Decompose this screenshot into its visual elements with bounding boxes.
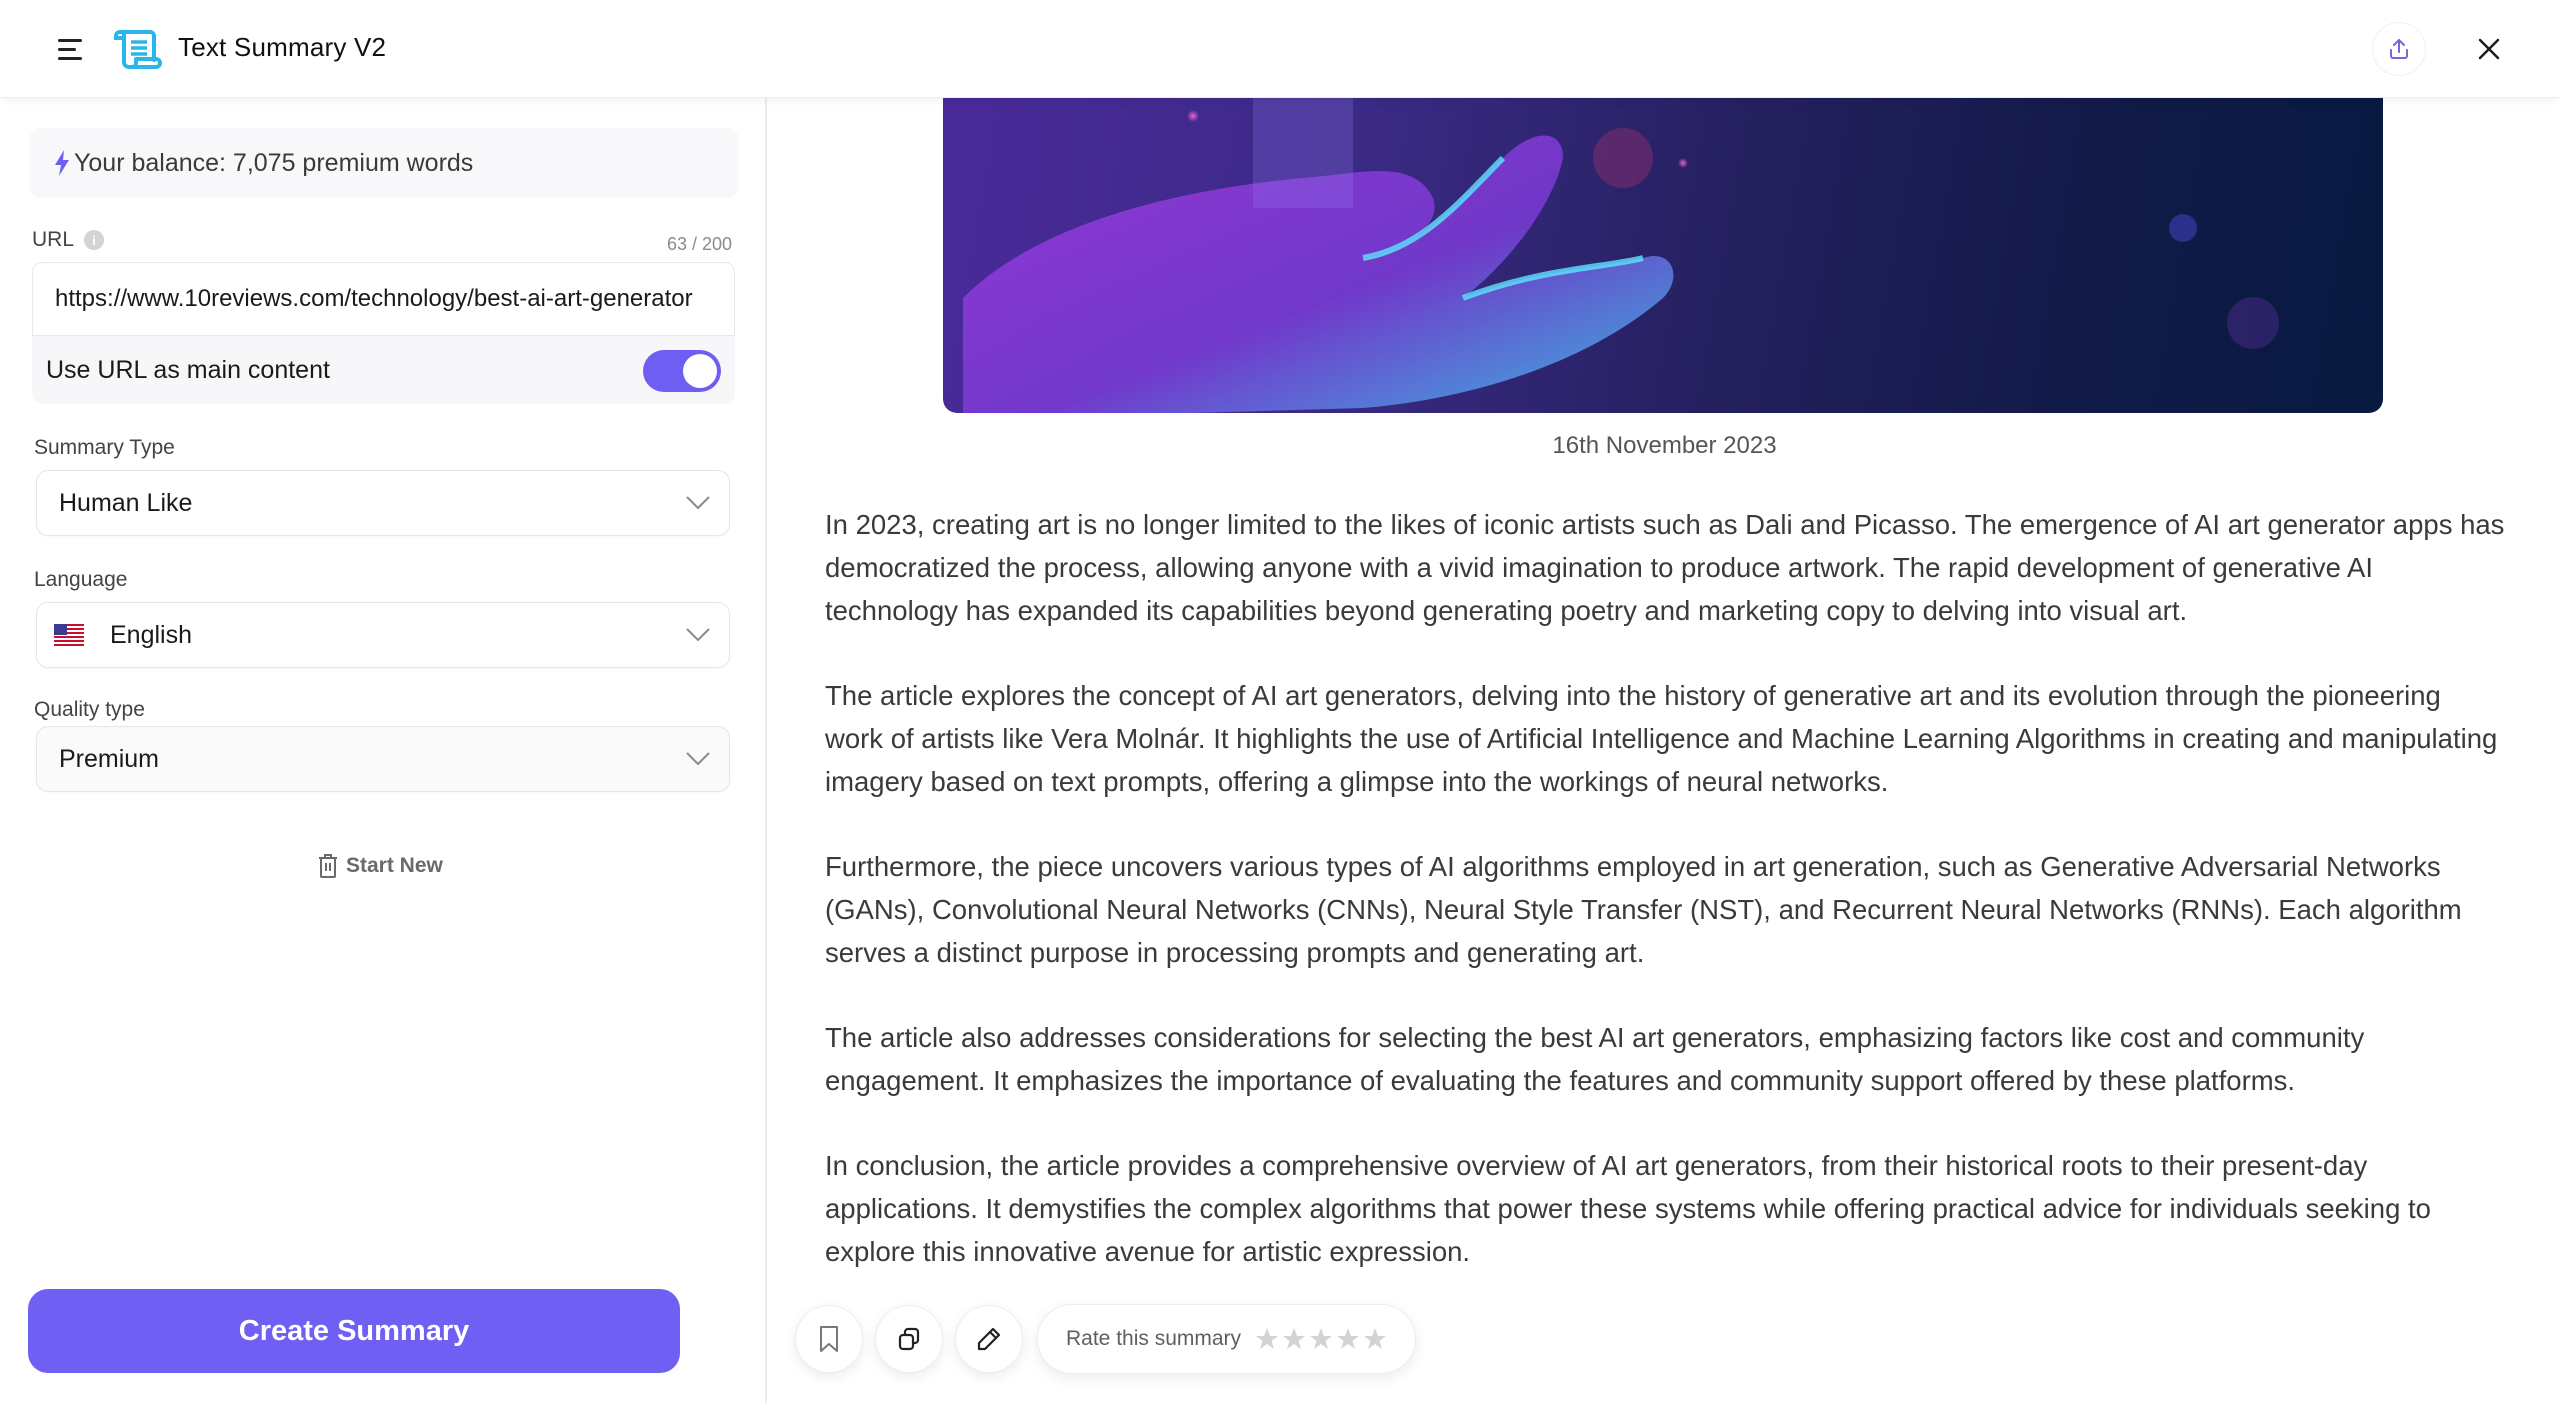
summary-paragraph: In conclusion, the article provides a co… [825, 1150, 2431, 1267]
toggle-knob [683, 354, 717, 388]
copy-button[interactable] [875, 1305, 943, 1373]
bookmark-button[interactable] [795, 1305, 863, 1373]
summary-type-value: Human Like [59, 488, 193, 517]
summary-actions: Rate this summary [795, 1304, 1417, 1374]
quality-type-select[interactable]: Premium [36, 726, 730, 792]
use-url-row: Use URL as main content [32, 336, 735, 404]
close-button[interactable] [2470, 30, 2508, 68]
article-date: 16th November 2023 [1552, 432, 1777, 459]
language-select[interactable]: English [36, 602, 730, 668]
hamburger-icon[interactable] [54, 34, 86, 64]
edit-button[interactable] [955, 1305, 1023, 1373]
info-icon[interactable]: i [84, 230, 105, 250]
chevron-down-icon [686, 628, 710, 642]
star-icon[interactable] [1255, 1327, 1279, 1351]
share-button[interactable] [2372, 22, 2426, 76]
language-label: Language [34, 568, 128, 591]
copy-icon [898, 1327, 920, 1351]
summary-text: In 2023, creating art is no longer limit… [825, 503, 2505, 1315]
url-field-group: Use URL as main content [32, 262, 735, 500]
settings-panel: Your balance: 7,075 premium words URL i … [0, 98, 767, 1403]
url-label: URL i [32, 228, 105, 252]
balance-banner: Your balance: 7,075 premium words [30, 128, 738, 198]
use-url-label: Use URL as main content [46, 355, 330, 384]
summary-paragraph: The article also addresses consideration… [825, 1022, 2365, 1096]
summary-paragraph: Furthermore, the piece uncovers various … [825, 851, 2462, 968]
chevron-down-icon [686, 752, 710, 766]
rate-label: Rate this summary [1066, 1327, 1242, 1350]
summary-paragraph: The article explores the concept of AI a… [825, 680, 2498, 797]
quality-type-value: Premium [59, 744, 160, 773]
trash-icon [319, 854, 337, 878]
use-url-toggle[interactable] [643, 350, 721, 392]
share-upload-icon [2390, 39, 2408, 59]
star-icon[interactable] [1282, 1327, 1306, 1351]
pencil-icon [977, 1327, 1001, 1351]
star-rating [1255, 1327, 1387, 1351]
start-new-button[interactable]: Start New [318, 854, 443, 878]
app-header: Text Summary V2 [0, 0, 2560, 98]
url-input[interactable] [32, 262, 735, 336]
star-icon[interactable] [1336, 1327, 1360, 1351]
scroll-icon [114, 30, 162, 69]
quality-type-label: Quality type [34, 698, 145, 721]
article-hero-image [943, 98, 2383, 413]
hand-illustration [963, 98, 2279, 413]
us-flag-icon [54, 624, 84, 646]
app-title: Text Summary V2 [178, 32, 387, 62]
summary-type-label: Summary Type [34, 436, 175, 459]
close-icon [2478, 38, 2500, 60]
star-icon[interactable] [1309, 1327, 1333, 1351]
star-icon[interactable] [1363, 1327, 1387, 1351]
bookmark-icon [820, 1326, 838, 1352]
summary-panel: 16th November 2023 In 2023, creating art… [769, 98, 2560, 1403]
lightning-icon [55, 150, 69, 176]
chevron-down-icon [686, 496, 710, 510]
create-summary-button[interactable]: Create Summary [28, 1289, 680, 1373]
start-new-label: Start New [346, 854, 443, 877]
char-counter: 63 / 200 [666, 234, 732, 254]
summary-type-select[interactable]: Human Like [36, 470, 730, 536]
balance-text: Your balance: 7,075 premium words [74, 148, 474, 177]
url-label-text: URL [32, 228, 75, 251]
language-value: English [110, 620, 192, 649]
summary-paragraph: In 2023, creating art is no longer limit… [825, 509, 2505, 626]
rating-widget: Rate this summary [1037, 1304, 1417, 1374]
